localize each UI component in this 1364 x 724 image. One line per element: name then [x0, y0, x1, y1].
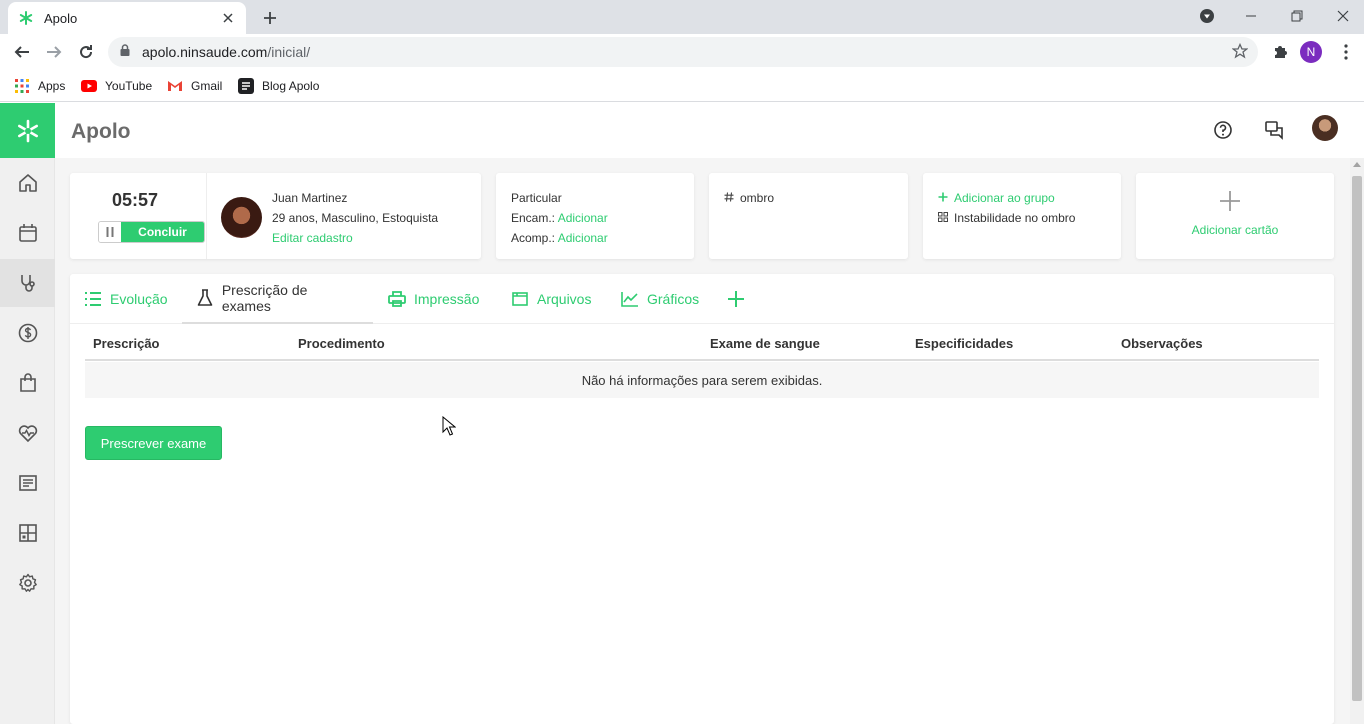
url-host: apolo.ninsaude.com — [142, 44, 268, 60]
tag-card[interactable]: ombro — [709, 173, 908, 259]
gmail-icon — [167, 78, 183, 94]
add-card-label: Adicionar cartão — [1191, 223, 1279, 237]
sidebar-stethoscope-icon[interactable] — [0, 259, 55, 307]
sidebar-settings-gear-icon[interactable] — [0, 559, 55, 607]
tab-prescricao-exames[interactable]: Prescrição de exames — [182, 274, 373, 324]
restore-icon[interactable] — [1274, 0, 1320, 32]
table-header: Prescrição Procedimento Exame de sangue … — [85, 326, 1319, 361]
sidebar-document-list-icon[interactable] — [0, 459, 55, 507]
mouse-cursor-icon — [442, 416, 456, 436]
tag-label: ombro — [740, 191, 775, 205]
add-card-plus-icon — [1218, 189, 1242, 213]
address-bar[interactable]: apolo.ninsaude.com/inicial/ — [108, 37, 1258, 67]
bookmarks-bar: Apps YouTube Gmail Blog Apolo — [0, 70, 1364, 102]
apolo-favicon-icon — [18, 10, 34, 26]
group-item: Instabilidade no ombro — [954, 211, 1076, 225]
sidebar-dollar-icon[interactable] — [0, 309, 55, 357]
timer-controls: Concluir — [98, 221, 205, 243]
profile-avatar[interactable]: N — [1300, 41, 1322, 63]
hashtag-icon — [724, 191, 734, 205]
col-prescricao[interactable]: Prescrição — [93, 336, 160, 351]
browser-tab[interactable]: Apolo — [8, 2, 246, 34]
forward-arrow-icon[interactable] — [40, 38, 68, 66]
window-close-icon[interactable] — [1320, 0, 1364, 32]
reload-icon[interactable] — [72, 38, 100, 66]
tab-evolucao[interactable]: Evolução — [84, 274, 168, 324]
folder-icon — [511, 290, 529, 308]
bookmark-star-icon[interactable] — [1231, 42, 1249, 64]
acomp-label: Acomp.: — [511, 231, 556, 245]
session-timer: 05:57 — [112, 190, 159, 210]
bookmark-youtube[interactable]: YouTube — [81, 76, 152, 96]
add-card-button[interactable]: Adicionar cartão — [1136, 173, 1334, 259]
sidebar-calendar-icon[interactable] — [0, 209, 55, 257]
help-icon[interactable] — [1210, 117, 1236, 143]
encam-add-link[interactable]: Adicionar — [558, 211, 608, 225]
tab-impressao[interactable]: Impressão — [388, 274, 479, 324]
patient-summary-card: 05:57 Concluir Juan Martinez 29 anos, Ma… — [70, 173, 481, 259]
tab-graficos[interactable]: Gráficos — [621, 274, 699, 324]
pause-icon[interactable] — [99, 222, 121, 242]
patient-name: Juan Martinez — [272, 191, 348, 205]
scroll-up-arrow-icon[interactable] — [1353, 162, 1361, 167]
browser-toolbar: apolo.ninsaude.com/inicial/ N — [0, 34, 1364, 70]
sidebar-shopping-bag-icon[interactable] — [0, 359, 55, 407]
media-control-icon[interactable] — [1184, 0, 1230, 32]
plus-icon — [938, 191, 948, 205]
patient-photo[interactable] — [221, 197, 262, 238]
sidebar — [0, 103, 55, 724]
group-grid-icon — [938, 211, 948, 225]
browser-tab-strip: Apolo — [0, 0, 1364, 34]
bookmark-apps[interactable]: Apps — [14, 76, 65, 96]
user-avatar[interactable] — [1312, 115, 1338, 141]
tab-close-icon[interactable] — [220, 10, 236, 26]
sidebar-home-icon[interactable] — [0, 159, 55, 207]
apps-grid-icon — [14, 78, 30, 94]
finish-button[interactable]: Concluir — [121, 222, 204, 242]
flask-icon — [196, 289, 214, 307]
sidebar-heart-pulse-icon[interactable] — [0, 409, 55, 457]
sidebar-dashboard-icon[interactable] — [0, 509, 55, 557]
url-path: /inicial/ — [267, 44, 311, 60]
brand-title: Apolo — [71, 120, 131, 143]
plan-type: Particular — [511, 191, 562, 205]
prescribe-exam-button[interactable]: Prescrever exame — [85, 426, 222, 460]
app-container: Apolo 05:57 Concluir Juan Martinez 29 an… — [0, 103, 1364, 724]
browser-menu-icon[interactable] — [1336, 40, 1356, 64]
col-procedimento[interactable]: Procedimento — [298, 336, 385, 351]
edit-registration-link[interactable]: Editar cadastro — [272, 231, 353, 245]
main-content-card: Evolução Prescrição de exames Impressão … — [70, 274, 1334, 724]
table-empty-message: Não há informações para serem exibidas. — [85, 362, 1319, 398]
extensions-puzzle-icon[interactable] — [1268, 40, 1292, 64]
bookmark-blog-apolo[interactable]: Blog Apolo — [238, 76, 319, 96]
col-exame-sangue[interactable]: Exame de sangue — [710, 336, 820, 351]
youtube-icon — [81, 78, 97, 94]
col-especificidades[interactable]: Especificidades — [915, 336, 1013, 351]
plan-card: Particular Encam.: Adicionar Acomp.: Adi… — [496, 173, 694, 259]
encam-label: Encam.: — [511, 211, 556, 225]
list-icon — [84, 290, 102, 308]
lock-icon — [120, 43, 130, 61]
minimize-icon[interactable] — [1228, 0, 1274, 32]
apolo-logo-icon[interactable] — [0, 103, 55, 158]
printer-icon — [388, 290, 406, 308]
back-arrow-icon[interactable] — [8, 38, 36, 66]
line-chart-icon — [621, 290, 639, 308]
add-tab-plus-icon[interactable] — [727, 290, 745, 308]
acomp-add-link[interactable]: Adicionar — [558, 231, 608, 245]
group-card: Adicionar ao grupo Instabilidade no ombr… — [923, 173, 1121, 259]
bookmark-gmail[interactable]: Gmail — [167, 76, 222, 96]
tab-arquivos[interactable]: Arquivos — [511, 274, 591, 324]
browser-tab-title: Apolo — [44, 10, 78, 26]
content-tabs: Evolução Prescrição de exames Impressão … — [70, 274, 1334, 324]
col-observacoes[interactable]: Observações — [1121, 336, 1203, 351]
new-tab-icon[interactable] — [258, 6, 282, 30]
blog-document-icon — [238, 78, 254, 94]
app-header: Apolo — [55, 103, 1364, 158]
scrollbar-thumb[interactable] — [1352, 176, 1362, 701]
patient-info: 29 anos, Masculino, Estoquista — [272, 211, 439, 225]
card-divider — [206, 173, 207, 259]
chat-icon[interactable] — [1261, 117, 1287, 143]
add-to-group-link[interactable]: Adicionar ao grupo — [938, 191, 1055, 205]
